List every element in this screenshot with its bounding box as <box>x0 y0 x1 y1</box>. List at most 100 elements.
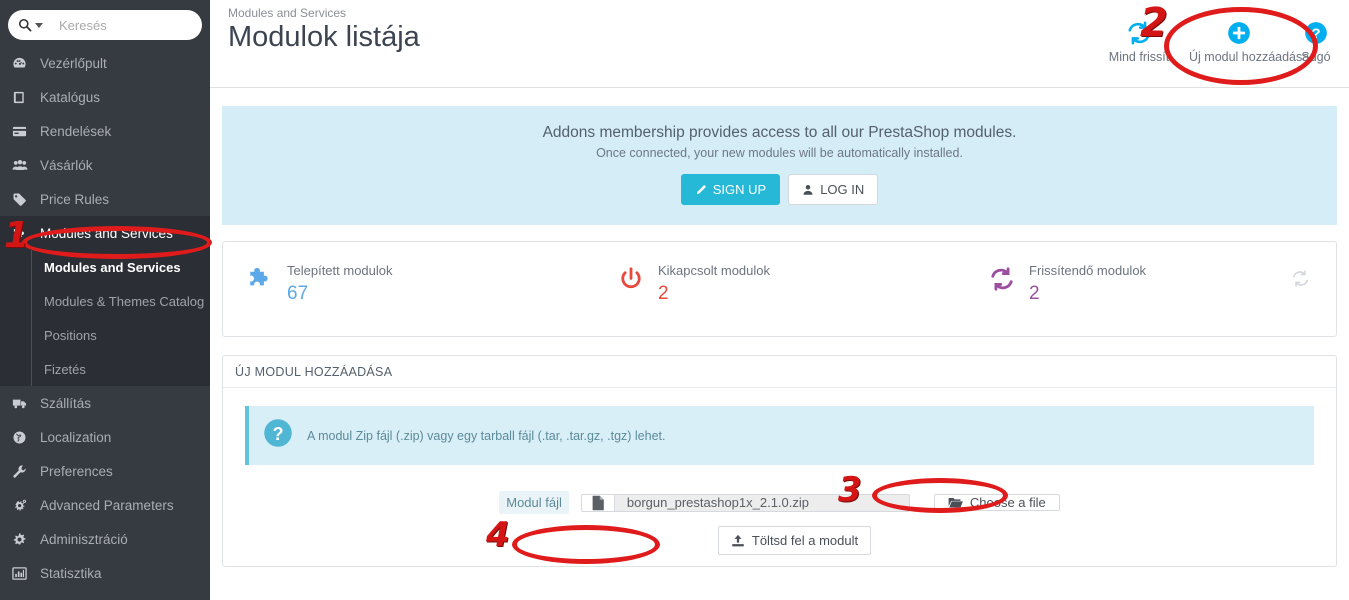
sidebar-item-advanced-parameters[interactable]: Advanced Parameters <box>0 488 210 522</box>
sidebar-item-label: Szállítás <box>40 395 92 411</box>
sidebar: Vezérlőpult Katalógus Rendelések <box>0 0 210 600</box>
module-format-alert: ? A modul Zip fájl (.zip) vagy egy tarba… <box>245 406 1314 465</box>
users-icon <box>12 158 34 173</box>
sidebar-subitem-label: Modules and Services <box>44 259 181 275</box>
sidebar-subitem-fizetes[interactable]: Fizetés <box>0 352 210 386</box>
chevron-down-icon[interactable] <box>35 22 43 28</box>
module-file-label: Modul fájl <box>499 491 569 514</box>
sidebar-item-vasarlok[interactable]: Vásárlók <box>0 148 210 182</box>
choose-a-file-label: Choose a file <box>969 495 1046 510</box>
search-input[interactable] <box>57 16 177 34</box>
panel-body: ? A modul Zip fájl (.zip) vagy egy tarba… <box>223 388 1336 555</box>
page-header: Modules and Services Modulok listája Min… <box>210 0 1349 88</box>
stat-label: Kikapcsolt modulok <box>658 263 770 278</box>
sidebar-subitem-label: Positions <box>44 327 97 343</box>
sidebar-subitem-modules-and-services[interactable]: Modules and Services <box>0 250 210 284</box>
pencil-icon <box>696 184 706 194</box>
book-icon <box>12 90 34 105</box>
sidebar-subitem-positions[interactable]: Positions <box>0 318 210 352</box>
truck-icon <box>12 396 34 411</box>
module-format-alert-text: A modul Zip fájl (.zip) vagy egy tarball… <box>307 428 666 443</box>
plus-circle-icon <box>1189 16 1289 50</box>
svg-text:?: ? <box>1311 25 1320 42</box>
sidebar-item-adminisztracio[interactable]: Adminisztráció <box>0 522 210 556</box>
stat-value: 2 <box>1029 283 1040 305</box>
refresh-icon <box>1089 16 1189 50</box>
breadcrumb: Modules and Services <box>228 6 347 20</box>
header-action-label: Mind frissít <box>1108 50 1170 64</box>
upload-icon <box>732 534 744 546</box>
header-action-label: Új modul hozzáadása <box>1189 50 1310 64</box>
credit-card-icon <box>12 124 34 139</box>
addons-banner-buttons: SIGN UP LOG IN <box>232 174 1327 205</box>
main-area: Modules and Services Modulok listája Min… <box>210 0 1349 600</box>
stat-disabled-modules: Kikapcsolt modulok 2 <box>594 242 965 305</box>
addons-banner-title: Addons membership provides access to all… <box>542 124 1017 141</box>
sidebar-item-katalogus[interactable]: Katalógus <box>0 80 210 114</box>
upload-module-label: Töltsd fel a modult <box>751 533 859 548</box>
sidebar-subitem-label: Modules & Themes Catalog <box>44 293 205 309</box>
stat-label: Telepített modulok <box>287 263 393 278</box>
refresh-icon[interactable] <box>1291 269 1310 293</box>
sign-up-button[interactable]: SIGN UP <box>680 174 781 205</box>
puzzle-icon <box>12 226 34 241</box>
header-action-label: Súgó <box>1301 50 1331 64</box>
sidebar-item-label: Price Rules <box>40 191 110 207</box>
svg-text:?: ? <box>272 424 283 444</box>
sidebar-item-preferences[interactable]: Preferences <box>0 454 210 488</box>
module-file-row: Modul fájl borgun_prestashop1x_2.1.0.zip <box>245 491 1314 514</box>
sidebar-item-label: Modules and Services <box>40 225 173 241</box>
stat-value: 2 <box>658 283 669 305</box>
sidebar-item-label: Advanced Parameters <box>40 497 174 513</box>
sidebar-subitem-modules-themes-catalog[interactable]: Modules & Themes Catalog <box>0 284 210 318</box>
stat-value: 67 <box>287 283 309 305</box>
puzzle-icon <box>247 266 273 297</box>
sidebar-item-rendelesek[interactable]: Rendelések <box>0 114 210 148</box>
tag-icon <box>12 192 34 207</box>
sidebar-subitem-label: Fizetés <box>44 361 86 377</box>
upload-module-button[interactable]: Töltsd fel a modult <box>717 526 872 555</box>
stat-installed-modules: Telepített modulok 67 <box>223 242 594 305</box>
globe-icon <box>12 430 34 445</box>
gears-icon <box>12 498 34 513</box>
sidebar-search[interactable] <box>8 10 202 40</box>
question-circle-icon: ? <box>263 418 293 453</box>
wrench-icon <box>12 464 34 479</box>
gear-icon <box>12 532 34 547</box>
sidebar-item-label: Katalógus <box>40 89 101 105</box>
header-action-help[interactable]: ? Súgó <box>1289 16 1343 64</box>
sidebar-item-statisztika[interactable]: Statisztika <box>0 556 210 590</box>
sidebar-item-localization[interactable]: Localization <box>0 420 210 454</box>
page-title: Modulok listája <box>228 21 420 53</box>
sidebar-item-szallitas[interactable]: Szállítás <box>0 386 210 420</box>
help-circle-icon: ? <box>1289 16 1343 50</box>
sidebar-item-price-rules[interactable]: Price Rules <box>0 182 210 216</box>
user-icon <box>803 184 813 195</box>
sidebar-item-label: Vásárlók <box>40 157 93 173</box>
bar-chart-icon <box>12 566 34 581</box>
file-icon <box>580 493 614 512</box>
panel-heading: ÚJ MODUL HOZZÁADÁSA <box>223 356 1336 388</box>
sidebar-item-label: Adminisztráció <box>40 531 128 547</box>
addons-membership-banner: Addons membership provides access to all… <box>222 106 1337 225</box>
choose-a-file-button[interactable]: Choose a file <box>933 494 1060 511</box>
sidebar-item-label: Statisztika <box>40 565 102 581</box>
page-content: Addons membership provides access to all… <box>210 88 1349 600</box>
sidebar-item-label: Preferences <box>40 463 113 479</box>
header-action-update-all[interactable]: Mind frissít <box>1089 16 1189 64</box>
stat-label: Frissítendő modulok <box>1029 263 1147 278</box>
log-in-label: LOG IN <box>820 182 865 197</box>
sidebar-item-vezerlopult[interactable]: Vezérlőpult <box>0 46 210 80</box>
header-action-add-new-module[interactable]: Új modul hozzáadása <box>1189 16 1310 64</box>
sidebar-submenu-modules: Modules and Services Modules & Themes Ca… <box>0 250 210 386</box>
log-in-button[interactable]: LOG IN <box>788 174 879 205</box>
sidebar-item-label: Vezérlőpult <box>40 55 107 71</box>
sidebar-item-label: Localization <box>40 429 112 445</box>
sidebar-item-modules-and-services[interactable]: Modules and Services <box>0 216 210 250</box>
dashboard-icon <box>12 56 34 71</box>
addons-banner-subtitle: Once connected, your new modules will be… <box>596 146 963 160</box>
module-file-input-group[interactable]: borgun_prestashop1x_2.1.0.zip <box>580 493 910 512</box>
stat-updatable-modules: Frissítendő modulok 2 <box>965 242 1336 305</box>
search-icon <box>18 18 32 32</box>
upload-module-row: Töltsd fel a modult <box>245 526 1314 555</box>
